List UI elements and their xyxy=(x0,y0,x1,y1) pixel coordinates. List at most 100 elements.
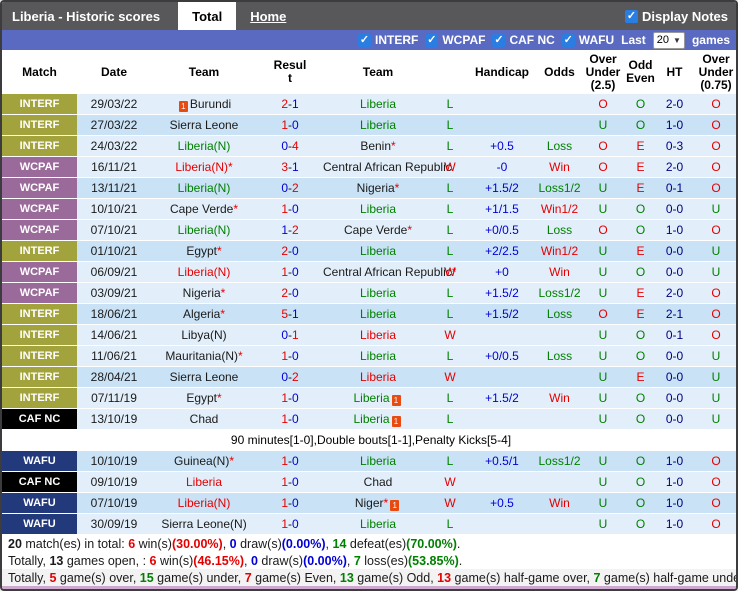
over-under-075: O xyxy=(692,114,736,136)
summary-segment: , xyxy=(325,536,333,551)
half-time-score: 0-0 xyxy=(657,240,692,262)
away-team-name: Liberia xyxy=(359,118,397,132)
handicap-star-marker: * xyxy=(391,139,396,153)
over-under-075: O xyxy=(692,513,736,535)
top-tab-bar: Liberia - Historic scores Total Home ✓ D… xyxy=(2,2,736,30)
odds-result: Win1/2 xyxy=(537,198,582,220)
home-team-cell: Liberia(N) xyxy=(151,135,257,157)
handicap-value: +1/1.5 xyxy=(467,198,537,220)
over-under-075: O xyxy=(692,219,736,241)
tab-home[interactable]: Home xyxy=(236,2,300,30)
over-under-25: O xyxy=(582,94,624,115)
home-goals: 0 xyxy=(281,139,288,153)
odds-result: Loss xyxy=(537,345,582,367)
summary-segment: games open, : xyxy=(63,553,150,568)
summary-segment: (70.00%) xyxy=(406,536,457,551)
handicap-star-marker: * xyxy=(233,202,239,216)
result-score: 1-0 xyxy=(257,387,323,409)
display-notes-toggle[interactable]: ✓ Display Notes xyxy=(625,2,736,30)
win-loss-flag: W xyxy=(433,492,467,514)
checkbox-icon[interactable]: ✓ xyxy=(492,33,506,47)
col-header-over-under-075: Over Under (0.75) xyxy=(692,50,736,94)
handicap-value xyxy=(467,471,537,493)
away-team-name: Central African Republic xyxy=(323,160,452,174)
win-loss-flag: L xyxy=(433,408,467,430)
competition-badge: WAFU xyxy=(2,492,77,514)
summary-segment: 20 xyxy=(8,536,22,551)
home-team-cell: Nigeria* xyxy=(151,282,257,304)
home-team-cell: Liberia(N)* xyxy=(151,156,257,178)
filter-wafu[interactable]: ✓ WAFU xyxy=(561,33,614,47)
match-date: 03/09/21 xyxy=(77,282,151,304)
red-card-icon: 1 xyxy=(390,499,400,511)
topbar-spacer xyxy=(300,2,625,30)
odd-even: O xyxy=(624,94,657,115)
over-under-075: O xyxy=(692,303,736,325)
half-time-score: 2-1 xyxy=(657,303,692,325)
away-goals: 1 xyxy=(292,97,299,111)
home-goals: 1 xyxy=(281,349,288,363)
odd-even: O xyxy=(624,387,657,409)
red-card-icon: 1 xyxy=(178,100,188,112)
away-goals: 0 xyxy=(292,454,299,468)
away-goals: 2 xyxy=(292,223,299,237)
over-under-075: U xyxy=(692,408,736,430)
win-loss-flag: L xyxy=(433,240,467,262)
over-under-25: U xyxy=(582,240,624,262)
table-header-row: Match Date Team Result Team Handicap Odd… xyxy=(2,50,736,94)
home-team-name: Sierra Leone(N) xyxy=(161,517,247,531)
odd-even: O xyxy=(624,471,657,493)
win-loss-flag: L xyxy=(433,303,467,325)
win-loss-flag: L xyxy=(433,135,467,157)
handicap-value: +1.5/2 xyxy=(467,387,537,409)
filter-interf[interactable]: ✓ INTERF xyxy=(358,33,418,47)
handicap-star-marker: * xyxy=(220,307,226,321)
penalty-note-row: 90 minutes[1-0],Double bouts[1-1],Penalt… xyxy=(2,429,736,451)
match-row: WCPAF 06/09/21 Liberia(N) 1-0 Central Africa… xyxy=(2,261,736,283)
summary-segment: 7 xyxy=(244,570,252,585)
competition-badge: INTERF xyxy=(2,94,77,115)
col-header-ht: HT xyxy=(657,50,692,94)
win-loss-flag: L xyxy=(433,387,467,409)
result-score: 5-1 xyxy=(257,303,323,325)
checkbox-icon[interactable]: ✓ xyxy=(425,33,439,47)
away-team-name: Liberia xyxy=(359,370,397,384)
odds-result: Loss1/2 xyxy=(537,282,582,304)
summary-section: 20 match(es) in total: 6 win(s) (30.00%),… xyxy=(2,535,736,589)
over-under-25: U xyxy=(582,471,624,493)
checkbox-icon[interactable]: ✓ xyxy=(561,33,575,47)
last-games-select[interactable]: 20 ▼ xyxy=(652,31,685,49)
home-team-name: Liberia(N) xyxy=(177,139,231,153)
summary-segment: 6 xyxy=(149,553,157,568)
last-games-value: 20 xyxy=(656,34,670,46)
home-team-name: Sierra Leone xyxy=(169,370,239,384)
over-under-075: O xyxy=(692,471,736,493)
tab-total[interactable]: Total xyxy=(178,2,237,30)
col-header-wl xyxy=(433,50,467,94)
summary-segment: game(s) half-game under xyxy=(600,570,738,585)
away-team-cell: Cape Verde* xyxy=(323,219,433,241)
away-team-name: Liberia xyxy=(359,517,397,531)
summary-segment: . xyxy=(456,536,461,551)
home-team-name: Libya(N) xyxy=(181,328,227,342)
match-date: 07/10/21 xyxy=(77,219,151,241)
win-loss-flag: L xyxy=(433,177,467,199)
result-score: 3-1 xyxy=(257,156,323,178)
summary-segment: 7 xyxy=(593,570,601,585)
result-score: 1-0 xyxy=(257,114,323,136)
home-goals: 0 xyxy=(281,328,288,342)
display-notes-checkbox-icon[interactable]: ✓ xyxy=(625,9,639,23)
filter-cafnc[interactable]: ✓ CAF NC xyxy=(492,33,555,47)
match-date: 13/11/21 xyxy=(77,177,151,199)
away-team-name: Liberia xyxy=(359,454,397,468)
match-row: WAFU 10/10/19 Guinea(N)* 1-0 Liberia L +0.5/1 L… xyxy=(2,450,736,472)
over-under-25: U xyxy=(582,198,624,220)
checkbox-icon[interactable]: ✓ xyxy=(358,33,371,47)
competition-badge: WAFU xyxy=(2,450,77,472)
filter-wcpaf[interactable]: ✓ WCPAF xyxy=(425,33,485,47)
over-under-25: U xyxy=(582,177,624,199)
home-team-name: Liberia(N) xyxy=(177,223,231,237)
away-team-name: Chad xyxy=(363,475,393,489)
home-goals: 1 xyxy=(281,223,288,237)
away-team-cell: Liberia xyxy=(323,303,433,325)
